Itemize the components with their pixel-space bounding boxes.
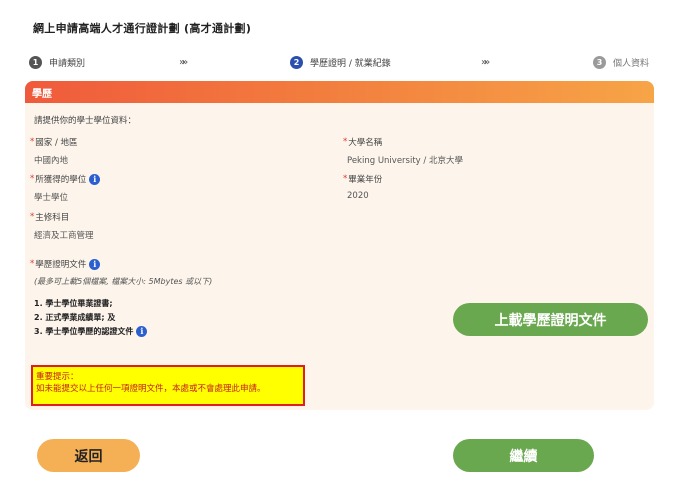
document-item-label: 1. 學士學位畢業證書; (34, 298, 113, 308)
step-personal-info: 3 個人資料 (593, 56, 649, 69)
continue-button[interactable]: 繼續 (453, 439, 594, 472)
notice-title: 重要提示： (36, 372, 79, 382)
university-label: 大學名稱 (348, 138, 383, 148)
step-label: 申請類別 (49, 59, 86, 69)
required-mark: * (30, 259, 35, 269)
document-item-label: 3. 學士學位學歷的認證文件 (34, 326, 134, 336)
university-field: * 大學名稱 Peking University / 北京大學 (343, 136, 463, 166)
proof-label: 學歷證明文件 (35, 260, 87, 270)
graduation-year-value: 2020 (347, 191, 369, 201)
upload-proof-button[interactable]: 上載學歷證明文件 (453, 303, 648, 336)
back-button[interactable]: 返回 (37, 439, 140, 472)
country-value: 中國內地 (34, 156, 69, 166)
step-education-proof: 2 學歷證明 / 就業紀錄 (290, 56, 391, 69)
degree-value: 學士學位 (34, 193, 69, 203)
step-label: 個人資料 (613, 59, 650, 69)
section-header: 學歷 (25, 81, 654, 103)
required-mark: * (343, 174, 348, 184)
progress-steps: 1 申請類別 »» 2 學歷證明 / 就業紀錄 »» 3 個人資料 (29, 56, 664, 72)
education-card: 學歷 請提供你的學士學位資料： * 國家 / 地區 中國內地 * 大學名稱 Peki… (25, 81, 654, 410)
info-icon[interactable]: i (89, 173, 101, 185)
upload-hint: (最多可上載5個檔案, 檔案大小: 5Mbytes 或以下) (34, 277, 213, 286)
required-mark: * (343, 137, 348, 147)
major-value: 經濟及工商管理 (34, 231, 94, 241)
step-label: 學歷證明 / 就業紀錄 (310, 59, 391, 69)
list-item: 1. 學士學位畢業證書; (34, 296, 147, 310)
proof-field: * 學歷證明文件 i (30, 258, 101, 270)
step-number-badge: 3 (593, 56, 606, 69)
step-application-type: 1 申請類別 (29, 56, 85, 69)
graduation-year-label: 畢業年份 (348, 175, 383, 185)
document-item-label: 2. 正式學業成績單; 及 (34, 312, 116, 322)
step-number-badge: 2 (290, 56, 303, 69)
step-arrow-icon: »» (179, 57, 188, 68)
country-field: * 國家 / 地區 中國內地 (30, 136, 78, 166)
country-label: 國家 / 地區 (35, 138, 78, 148)
required-documents-list: 1. 學士學位畢業證書; 2. 正式學業成績單; 及 3. 學士學位學歷的認證文… (34, 296, 148, 338)
page-title: 網上申請高端人才通行證計劃 (高才通計劃) (33, 22, 252, 35)
major-field: * 主修科目 經濟及工商管理 (30, 211, 94, 241)
info-icon[interactable]: i (89, 258, 101, 270)
info-icon[interactable]: i (136, 325, 148, 337)
university-value: Peking University / 北京大學 (347, 156, 463, 166)
degree-label: 所獲得的學位 (35, 175, 87, 185)
required-mark: * (30, 174, 35, 184)
required-mark: * (30, 212, 35, 222)
degree-field: * 所獲得的學位 i 學士學位 (30, 173, 101, 203)
notice-text: 如未能提交以上任何一項證明文件，本處或不會處理此申請。 (36, 384, 266, 394)
list-item: 2. 正式學業成績單; 及 (34, 310, 147, 324)
list-item: 3. 學士學位學歷的認證文件 i (34, 324, 148, 338)
step-number-badge: 1 (29, 56, 42, 69)
major-label: 主修科目 (35, 213, 70, 223)
graduation-year-field: * 畢業年份 2020 (343, 173, 382, 201)
required-mark: * (30, 137, 35, 147)
important-notice: 重要提示： 如未能提交以上任何一項證明文件，本處或不會處理此申請。 (31, 365, 305, 406)
step-arrow-icon: »» (481, 57, 490, 68)
section-intro: 請提供你的學士學位資料： (34, 116, 137, 126)
